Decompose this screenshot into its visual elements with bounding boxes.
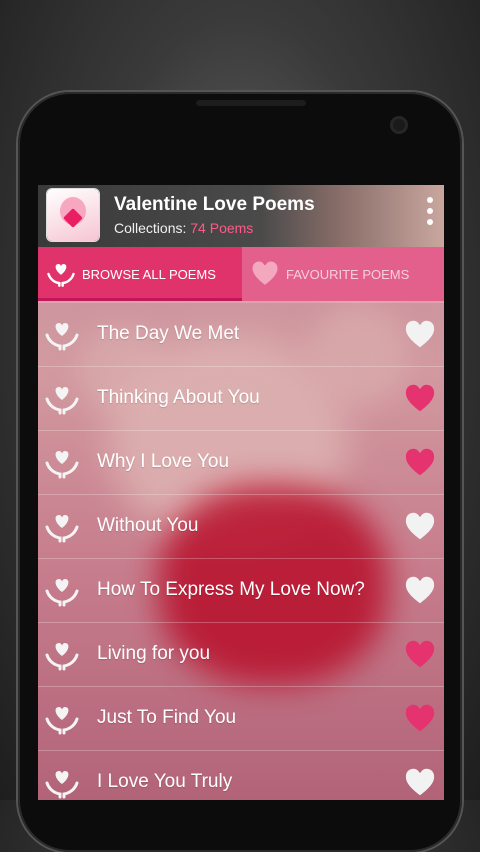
- heart-hands-icon: [45, 451, 79, 479]
- heart-hands-icon: [45, 579, 79, 607]
- heart-hands-icon: [45, 707, 79, 735]
- tab-label: BROWSE ALL POEMS: [82, 266, 216, 282]
- poem-count: 74 Poems: [190, 220, 254, 236]
- tab-bar: BROWSE ALL POEMS FAVOURITE POEMS: [38, 247, 444, 301]
- heart-hands-icon: [45, 387, 79, 415]
- list-item[interactable]: Just To Find You: [38, 687, 444, 751]
- menu-dot-icon: [427, 208, 433, 214]
- favourite-heart-icon[interactable]: [404, 447, 436, 477]
- poem-title: The Day We Met: [97, 323, 240, 344]
- favourite-heart-icon[interactable]: [404, 639, 436, 669]
- front-camera: [390, 116, 408, 134]
- poem-title: Without You: [97, 515, 199, 536]
- favourite-heart-icon[interactable]: [404, 319, 436, 349]
- list-item[interactable]: I Love You Truly: [38, 751, 444, 800]
- list-item[interactable]: Thinking About You: [38, 367, 444, 431]
- poem-title: How To Express My Love Now?: [97, 579, 365, 600]
- favourite-heart-icon[interactable]: [404, 703, 436, 733]
- list-item[interactable]: Without You: [38, 495, 444, 559]
- app-logo: [47, 189, 99, 241]
- collection-count: Collections: 74 Poems: [114, 220, 253, 236]
- heart-hands-icon: [45, 771, 79, 799]
- earpiece: [196, 100, 306, 106]
- poem-title: Just To Find You: [97, 707, 237, 728]
- app-title: Valentine Love Poems: [114, 194, 315, 215]
- list-item[interactable]: Living for you: [38, 623, 444, 687]
- list-item[interactable]: How To Express My Love Now?: [38, 559, 444, 623]
- collection-label: Collections:: [114, 220, 187, 236]
- favourite-heart-icon[interactable]: [404, 511, 436, 541]
- poem-title: Thinking About You: [97, 387, 260, 408]
- app-screen: Valentine Love Poems Collections: 74 Poe…: [38, 185, 444, 800]
- menu-dot-icon: [427, 219, 433, 225]
- poem-title: I Love You Truly: [97, 771, 233, 792]
- heart-hands-icon: [45, 515, 79, 543]
- heart-hands-icon: [45, 643, 79, 671]
- heart-hands-icon: [47, 264, 75, 287]
- active-tab-indicator: [38, 298, 242, 301]
- heart-hands-icon: [45, 323, 79, 351]
- list-item[interactable]: The Day We Met: [38, 303, 444, 367]
- menu-dot-icon: [427, 197, 433, 203]
- list-item[interactable]: Why I Love You: [38, 431, 444, 495]
- favourite-heart-icon[interactable]: [404, 767, 436, 797]
- app-header: Valentine Love Poems Collections: 74 Poe…: [38, 185, 444, 247]
- favourite-heart-icon[interactable]: [404, 575, 436, 605]
- poem-title: Why I Love You: [97, 451, 230, 472]
- favourite-heart-icon[interactable]: [404, 383, 436, 413]
- tab-label: FAVOURITE POEMS: [286, 266, 410, 282]
- poem-title: Living for you: [97, 643, 211, 664]
- tab-browse-all[interactable]: BROWSE ALL POEMS: [38, 247, 242, 301]
- overflow-menu-button[interactable]: [422, 197, 438, 237]
- heart-icon: [252, 261, 278, 285]
- tab-favourites[interactable]: FAVOURITE POEMS: [242, 247, 444, 301]
